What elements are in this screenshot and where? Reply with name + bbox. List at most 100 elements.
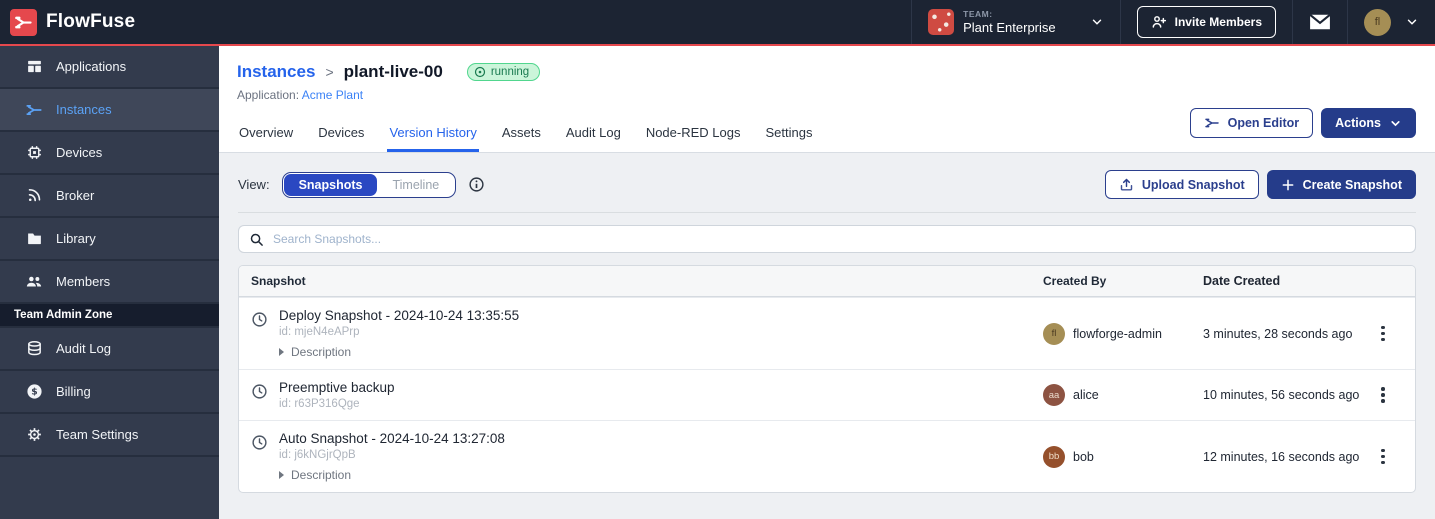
open-editor-label: Open Editor [1228, 116, 1300, 130]
page-title: plant-live-00 [344, 62, 443, 82]
invite-members-button[interactable]: Invite Members [1137, 6, 1276, 38]
create-snapshot-button[interactable]: Create Snapshot [1267, 170, 1416, 199]
snapshot-id: id: r63P316Qge [279, 398, 395, 410]
creator-avatar: bb [1043, 446, 1065, 468]
upload-snapshot-button[interactable]: Upload Snapshot [1105, 170, 1259, 199]
date-created: 3 minutes, 28 seconds ago [1203, 327, 1363, 341]
table-row: Preemptive backup id: r63P316Qge aa alic… [239, 369, 1415, 420]
chevron-down-icon [1389, 117, 1402, 130]
snapshot-id: id: mjeN4eAPrp [279, 326, 519, 338]
sidebar-item-label: Members [56, 274, 110, 289]
plus-icon [1281, 178, 1295, 192]
search-input[interactable] [273, 232, 1405, 246]
folder-icon [25, 230, 43, 247]
breadcrumb-separator: > [325, 64, 333, 80]
snapshots-table: Snapshot Created By Date Created Deplo [238, 265, 1416, 493]
actions-button[interactable]: Actions [1321, 108, 1416, 138]
sidebar-item-label: Devices [56, 145, 102, 160]
application-line: Application: Acme Plant [237, 88, 1417, 102]
upload-icon [1119, 177, 1134, 192]
sidebar-item-library[interactable]: Library [0, 218, 219, 261]
gear-icon [25, 426, 43, 443]
description-label: Description [291, 468, 351, 482]
team-admin-zone-header: Team Admin Zone [0, 304, 219, 328]
date-created: 12 minutes, 16 seconds ago [1203, 450, 1363, 464]
database-icon [25, 340, 43, 357]
sidebar-filler [0, 457, 219, 519]
sidebar-item-instances[interactable]: Instances [0, 89, 219, 132]
sidebar-item-label: Instances [56, 102, 112, 117]
header-actions: Open Editor Actions [1190, 108, 1416, 138]
sidebar-item-billing[interactable]: $ Billing [0, 371, 219, 414]
invite-section: Invite Members [1120, 0, 1292, 44]
running-target-icon [474, 66, 486, 78]
creator-avatar: aa [1043, 384, 1065, 406]
sidebar-item-team-settings[interactable]: Team Settings [0, 414, 219, 457]
application-link[interactable]: Acme Plant [302, 88, 363, 102]
kebab-menu-icon[interactable] [1377, 322, 1389, 346]
info-icon[interactable] [468, 176, 485, 193]
tab-devices[interactable]: Devices [316, 119, 366, 152]
sidebar-item-applications[interactable]: Applications [0, 46, 219, 89]
breadcrumb-instances-link[interactable]: Instances [237, 62, 315, 82]
kebab-menu-icon[interactable] [1377, 383, 1389, 407]
dollar-icon: $ [25, 383, 43, 400]
applications-icon [25, 58, 43, 75]
creator-avatar: fl [1043, 323, 1065, 345]
table-row: Deploy Snapshot - 2024-10-24 13:35:55 id… [239, 297, 1415, 369]
team-name: Plant Enterprise [963, 20, 1056, 35]
toolbar-divider [238, 212, 1416, 213]
tab-overview[interactable]: Overview [237, 119, 295, 152]
invite-members-label: Invite Members [1175, 15, 1262, 29]
status-badge: running [467, 63, 540, 81]
column-date-created: Date Created [1203, 274, 1363, 288]
tab-version-history[interactable]: Version History [387, 119, 478, 152]
sidebar-item-audit-log[interactable]: Audit Log [0, 328, 219, 371]
tab-assets[interactable]: Assets [500, 119, 543, 152]
sidebar-item-broker[interactable]: Broker [0, 175, 219, 218]
sidebar: Applications Instances Devices [0, 46, 219, 519]
team-selector[interactable]: TEAM: Plant Enterprise [911, 0, 1120, 44]
tab-settings[interactable]: Settings [763, 119, 814, 152]
view-label: View: [238, 177, 270, 192]
brand-name: FlowFuse [46, 11, 135, 33]
creator-name: alice [1073, 388, 1099, 402]
snapshot-actions: Upload Snapshot Create Snapshot [1105, 170, 1416, 199]
description-toggle[interactable]: Description [279, 345, 519, 359]
version-history-content: View: Snapshots Timeline Upload Sn [219, 153, 1435, 519]
sidebar-item-members[interactable]: Members [0, 261, 219, 304]
view-toggle-snapshots[interactable]: Snapshots [284, 174, 378, 196]
app-window: FlowFuse TEAM: Plant Enterprise [0, 0, 1435, 519]
column-created-by: Created By [1043, 274, 1203, 288]
view-toggle-timeline[interactable]: Timeline [377, 174, 454, 196]
snapshot-title: Auto Snapshot - 2024-10-24 13:27:08 [279, 431, 505, 446]
column-snapshot: Snapshot [251, 274, 1043, 288]
sidebar-item-label: Applications [56, 59, 126, 74]
breadcrumb: Instances > plant-live-00 running [237, 62, 1417, 82]
description-toggle[interactable]: Description [279, 468, 505, 482]
date-created: 10 minutes, 56 seconds ago [1203, 388, 1363, 402]
snapshot-title: Deploy Snapshot - 2024-10-24 13:35:55 [279, 308, 519, 323]
svg-text:$: $ [31, 387, 37, 398]
user-menu[interactable]: fl [1347, 0, 1435, 44]
chevron-down-icon [1405, 15, 1419, 29]
tab-audit-log[interactable]: Audit Log [564, 119, 623, 152]
tab-node-red-logs[interactable]: Node-RED Logs [644, 119, 743, 152]
actions-label: Actions [1335, 116, 1381, 130]
flowfuse-logo[interactable]: FlowFuse [0, 9, 135, 36]
sidebar-item-label: Team Settings [56, 427, 138, 442]
kebab-menu-icon[interactable] [1377, 445, 1389, 469]
mail-button[interactable] [1309, 13, 1331, 31]
clock-icon [251, 383, 268, 400]
column-menu [1363, 274, 1403, 288]
navbar-right: TEAM: Plant Enterprise Invite Members [911, 0, 1435, 44]
top-navbar: FlowFuse TEAM: Plant Enterprise [0, 0, 1435, 46]
team-label: TEAM: [963, 9, 1056, 19]
sidebar-item-label: Audit Log [56, 341, 111, 356]
editor-fork-icon [1204, 115, 1220, 131]
sidebar-item-devices[interactable]: Devices [0, 132, 219, 175]
search-box [238, 225, 1416, 253]
creator-name: flowforge-admin [1073, 327, 1162, 341]
open-editor-button[interactable]: Open Editor [1190, 108, 1314, 138]
description-label: Description [291, 345, 351, 359]
